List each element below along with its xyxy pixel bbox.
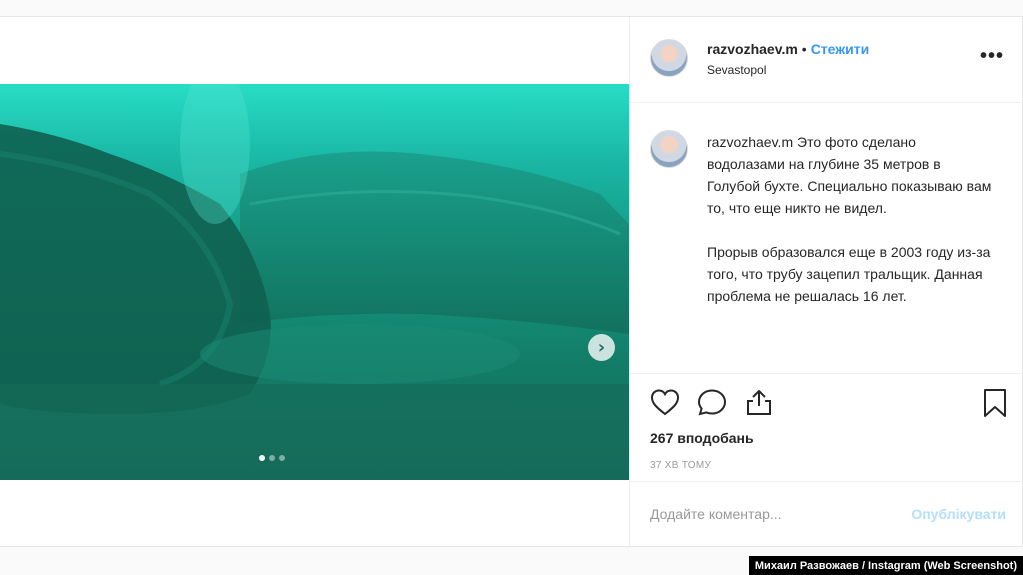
carousel-dot-2 (269, 455, 275, 461)
caption-avatar[interactable] (650, 130, 688, 168)
follow-button[interactable]: Стежити (811, 41, 870, 57)
location-link[interactable]: Sevastopol (707, 63, 766, 77)
caption-text: Это фото сделано водолазами на глубине 3… (707, 134, 992, 304)
post-sidebar: razvozhaev.m • Стежити Sevastopol ••• razv… (629, 17, 1022, 546)
carousel-next-button[interactable]: › (588, 334, 615, 361)
post-caption: razvozhaev.m Это фото сделано водолазами… (707, 131, 997, 307)
share-icon[interactable] (744, 388, 774, 416)
photo-credit: Михаил Развожаев / Instagram (Web Screen… (748, 556, 1023, 575)
post-photo[interactable]: › (0, 84, 629, 480)
comment-form: Опублікувати (630, 481, 1022, 546)
chevron-right-icon: › (597, 336, 606, 358)
heart-icon[interactable] (650, 388, 680, 416)
comment-icon[interactable] (697, 388, 727, 416)
username-link[interactable]: razvozhaev.m (707, 41, 798, 57)
separator-dot: • (801, 41, 807, 57)
avatar[interactable] (650, 39, 688, 77)
caption-username[interactable]: razvozhaev.m (707, 134, 793, 150)
comment-input[interactable] (650, 500, 880, 528)
publish-button[interactable]: Опублікувати (911, 506, 1006, 522)
carousel-dot-3 (279, 455, 285, 461)
comments-section: razvozhaev.m Это фото сделано водолазами… (630, 103, 1022, 374)
likes-count[interactable]: 267 вподобань (650, 430, 754, 446)
media-area: › (0, 17, 629, 546)
instagram-post: › razvozhaev.m • Стежити Sevastopol ••• ra… (0, 16, 1023, 547)
carousel-indicator (259, 455, 285, 461)
underwater-pipe-image (0, 84, 629, 480)
header-line: razvozhaev.m • Стежити (707, 41, 869, 57)
more-options-icon[interactable]: ••• (980, 45, 1004, 68)
post-header: razvozhaev.m • Стежити Sevastopol ••• (630, 17, 1022, 103)
bookmark-icon[interactable] (982, 388, 1008, 418)
post-timestamp[interactable]: 37 ХВ ТОМУ (650, 460, 711, 471)
carousel-dot-1 (259, 455, 265, 461)
